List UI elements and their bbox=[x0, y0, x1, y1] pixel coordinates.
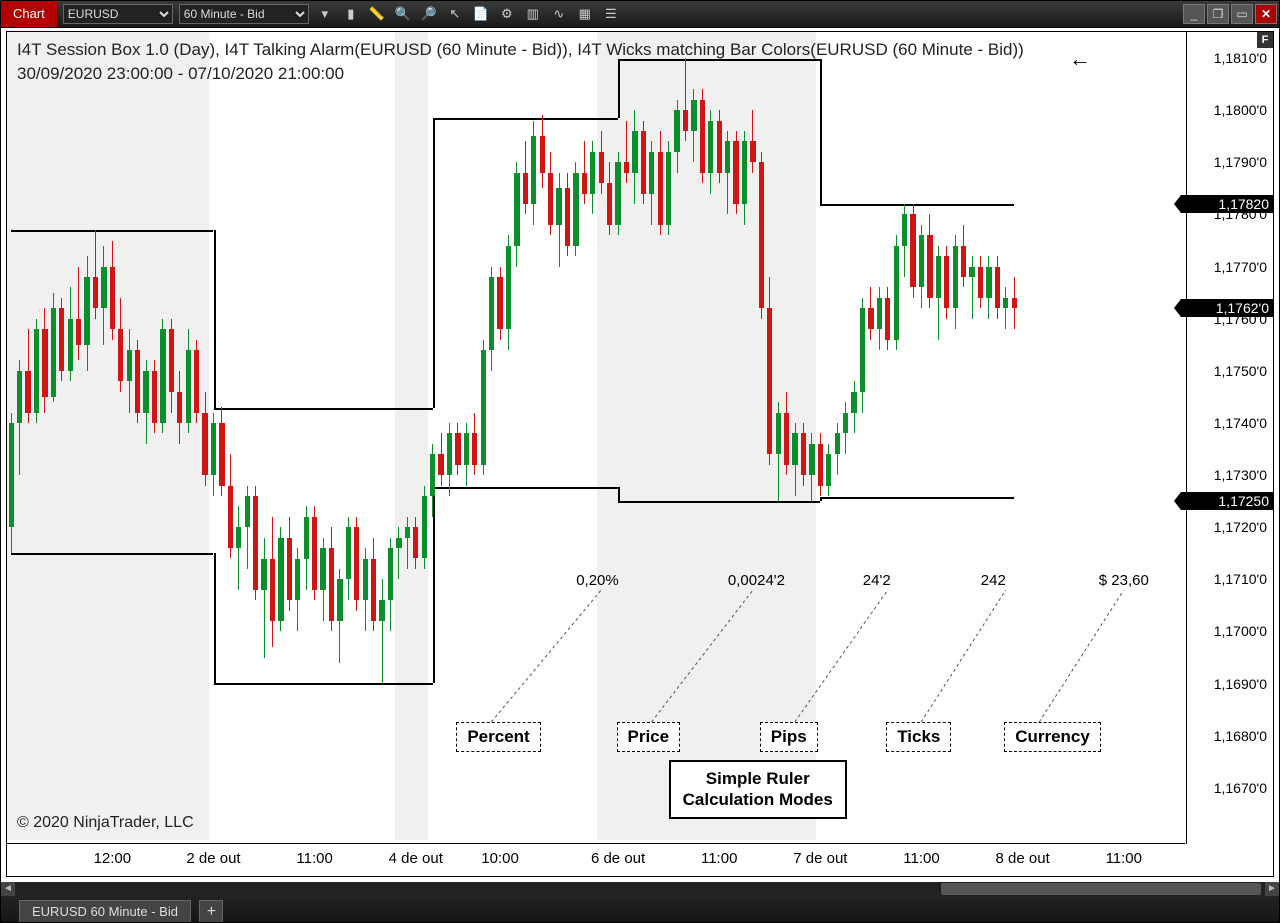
chart-title-line2: 30/09/2020 23:00:00 - 07/10/2020 21:00:0… bbox=[17, 64, 344, 84]
y-tick: 1,1730'0 bbox=[1214, 467, 1267, 483]
add-tab-button[interactable]: + bbox=[199, 900, 223, 923]
scroll-left-icon[interactable]: ◄ bbox=[1, 882, 15, 896]
list-icon[interactable]: ☰ bbox=[601, 4, 621, 24]
chart-plot[interactable]: I4T Session Box 1.0 (Day), I4T Talking A… bbox=[7, 32, 1187, 840]
price-axis[interactable]: 1,1810'01,1800'01,1790'01,1780'01,1770'0… bbox=[1186, 32, 1273, 844]
y-tick: 1,1810'0 bbox=[1214, 50, 1267, 66]
scroll-right-icon[interactable]: ► bbox=[1265, 882, 1279, 896]
minimize-button[interactable]: _ bbox=[1183, 4, 1205, 24]
tools-icon[interactable]: ⚙ bbox=[497, 4, 517, 24]
window-buttons: _ ❐ ▭ ✕ bbox=[1183, 4, 1277, 24]
bottom-strip: ◄ ► EURUSD 60 Minute - Bid + bbox=[1, 882, 1279, 922]
chart-area: I4T Session Box 1.0 (Day), I4T Talking A… bbox=[6, 31, 1274, 877]
timeframe-select[interactable]: 60 Minute - Bid bbox=[179, 4, 309, 24]
close-button[interactable]: ✕ bbox=[1255, 4, 1277, 24]
ruler-value: 24'2 bbox=[863, 572, 891, 589]
trading-chart-window: Chart EURUSD 60 Minute - Bid ▾ ▮ 📏 🔍 🔎 ↖… bbox=[0, 0, 1280, 923]
x-tick: 11:00 bbox=[296, 850, 332, 867]
x-tick: 6 de out bbox=[591, 850, 645, 867]
candlestick-icon[interactable]: ▮ bbox=[341, 4, 361, 24]
y-tick: 1,1720'0 bbox=[1214, 519, 1267, 535]
path-icon[interactable]: ∿ bbox=[549, 4, 569, 24]
ruler-value: 242 bbox=[981, 572, 1006, 589]
price-tag: 1,1762'0 bbox=[1181, 299, 1273, 317]
zoom-out-icon[interactable]: 🔎 bbox=[419, 4, 439, 24]
copyright-label: © 2020 NinjaTrader, LLC bbox=[17, 814, 194, 832]
format-button[interactable]: F bbox=[1257, 32, 1273, 48]
y-tick: 1,1690'0 bbox=[1214, 676, 1267, 692]
y-tick: 1,1750'0 bbox=[1214, 363, 1267, 379]
x-tick: 10:00 bbox=[481, 850, 519, 867]
ruler-value: 0,20% bbox=[576, 572, 619, 589]
y-tick: 1,1700'0 bbox=[1214, 623, 1267, 639]
time-axis[interactable]: 12:00 2 de out 11:00 4 de out 10:00 6 de out 1… bbox=[7, 843, 1185, 876]
x-tick: 11:00 bbox=[903, 850, 939, 867]
toolbar: Chart EURUSD 60 Minute - Bid ▾ ▮ 📏 🔍 🔎 ↖… bbox=[1, 1, 1279, 28]
instrument-select[interactable]: EURUSD bbox=[63, 4, 173, 24]
chart-tab[interactable]: Chart bbox=[1, 1, 57, 27]
x-tick: 11:00 bbox=[1106, 850, 1142, 867]
maximize-button[interactable]: ▭ bbox=[1231, 4, 1253, 24]
ruler-mode-pips: Pips bbox=[760, 722, 818, 752]
chart-title-line1: I4T Session Box 1.0 (Day), I4T Talking A… bbox=[17, 40, 1024, 60]
ruler-value: 0,0024'2 bbox=[728, 572, 785, 589]
x-tick: 4 de out bbox=[389, 850, 443, 867]
x-tick: 12:00 bbox=[94, 850, 132, 867]
ruler-mode-currency: Currency bbox=[1004, 722, 1101, 752]
y-tick: 1,1670'0 bbox=[1214, 780, 1267, 796]
chart-tab-bottom[interactable]: EURUSD 60 Minute - Bid bbox=[19, 900, 191, 923]
price-tag: 1,17250 bbox=[1181, 492, 1273, 510]
restore-button[interactable]: ❐ bbox=[1207, 4, 1229, 24]
y-tick: 1,1770'0 bbox=[1214, 259, 1267, 275]
y-tick: 1,1790'0 bbox=[1214, 154, 1267, 170]
ruler-mode-price: Price bbox=[617, 722, 681, 752]
ruler-title-box: Simple RulerCalculation Modes bbox=[669, 760, 847, 819]
price-tag: 1,17820 bbox=[1181, 195, 1273, 213]
ruler-value: $ 23,60 bbox=[1099, 572, 1149, 589]
x-tick: 7 de out bbox=[793, 850, 847, 867]
x-tick: 11:00 bbox=[701, 850, 737, 867]
y-tick: 1,1680'0 bbox=[1214, 728, 1267, 744]
document-icon[interactable]: 📄 bbox=[471, 4, 491, 24]
y-tick: 1,1800'0 bbox=[1214, 102, 1267, 118]
ruler-icon[interactable]: 📏 bbox=[367, 4, 387, 24]
horizontal-scrollbar[interactable]: ◄ ► bbox=[1, 882, 1279, 896]
y-tick: 1,1710'0 bbox=[1214, 571, 1267, 587]
x-tick: 8 de out bbox=[996, 850, 1050, 867]
scroll-thumb[interactable] bbox=[941, 883, 1261, 895]
zoom-in-icon[interactable]: 🔍 bbox=[393, 4, 413, 24]
y-tick: 1,1740'0 bbox=[1214, 415, 1267, 431]
back-arrow-icon[interactable]: ← bbox=[1069, 46, 1091, 72]
ruler-mode-percent: Percent bbox=[456, 722, 540, 752]
dropdown-icon[interactable]: ▾ bbox=[315, 4, 335, 24]
x-tick: 2 de out bbox=[186, 850, 240, 867]
grid-icon[interactable]: ▦ bbox=[575, 4, 595, 24]
pointer-icon[interactable]: ↖ bbox=[445, 4, 465, 24]
ruler-mode-ticks: Ticks bbox=[886, 722, 951, 752]
bars-icon[interactable]: ▥ bbox=[523, 4, 543, 24]
